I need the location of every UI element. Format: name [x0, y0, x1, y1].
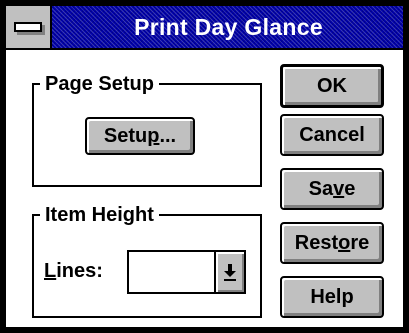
setup-button-label: Setup...: [103, 124, 177, 147]
item-height-group: Item Height Lines:: [32, 202, 262, 318]
ok-button-label: OK: [317, 74, 347, 97]
restore-button-label: Restore: [294, 231, 370, 254]
lines-dropdown[interactable]: [127, 250, 246, 294]
setup-button[interactable]: Setup...: [85, 117, 195, 155]
lines-label: Lines:: [44, 260, 103, 282]
restore-button[interactable]: Restore: [280, 222, 384, 264]
dialog-client-area: Page Setup Setup... Item Height Lines: O…: [6, 50, 403, 327]
system-menu-button[interactable]: [6, 6, 52, 48]
save-button-label: Save: [308, 177, 356, 200]
title-bar[interactable]: Print Day Glance: [6, 6, 403, 50]
item-height-group-label: Item Height: [40, 202, 159, 228]
cancel-button-label: Cancel: [299, 123, 365, 146]
lines-dropdown-button[interactable]: [214, 252, 244, 292]
window-title: Print Day Glance: [134, 13, 323, 40]
save-button[interactable]: Save: [280, 168, 384, 210]
cancel-button[interactable]: Cancel: [280, 114, 384, 156]
system-menu-icon: [14, 22, 42, 32]
help-button[interactable]: Help: [280, 276, 384, 318]
help-button-label: Help: [310, 285, 354, 308]
dialog-window: Print Day Glance Page Setup Setup... Ite…: [0, 0, 409, 333]
page-setup-group: Page Setup Setup...: [32, 71, 262, 187]
dropdown-arrow-icon: [224, 264, 236, 281]
ok-button[interactable]: OK: [280, 64, 384, 108]
page-setup-group-label: Page Setup: [40, 71, 159, 97]
